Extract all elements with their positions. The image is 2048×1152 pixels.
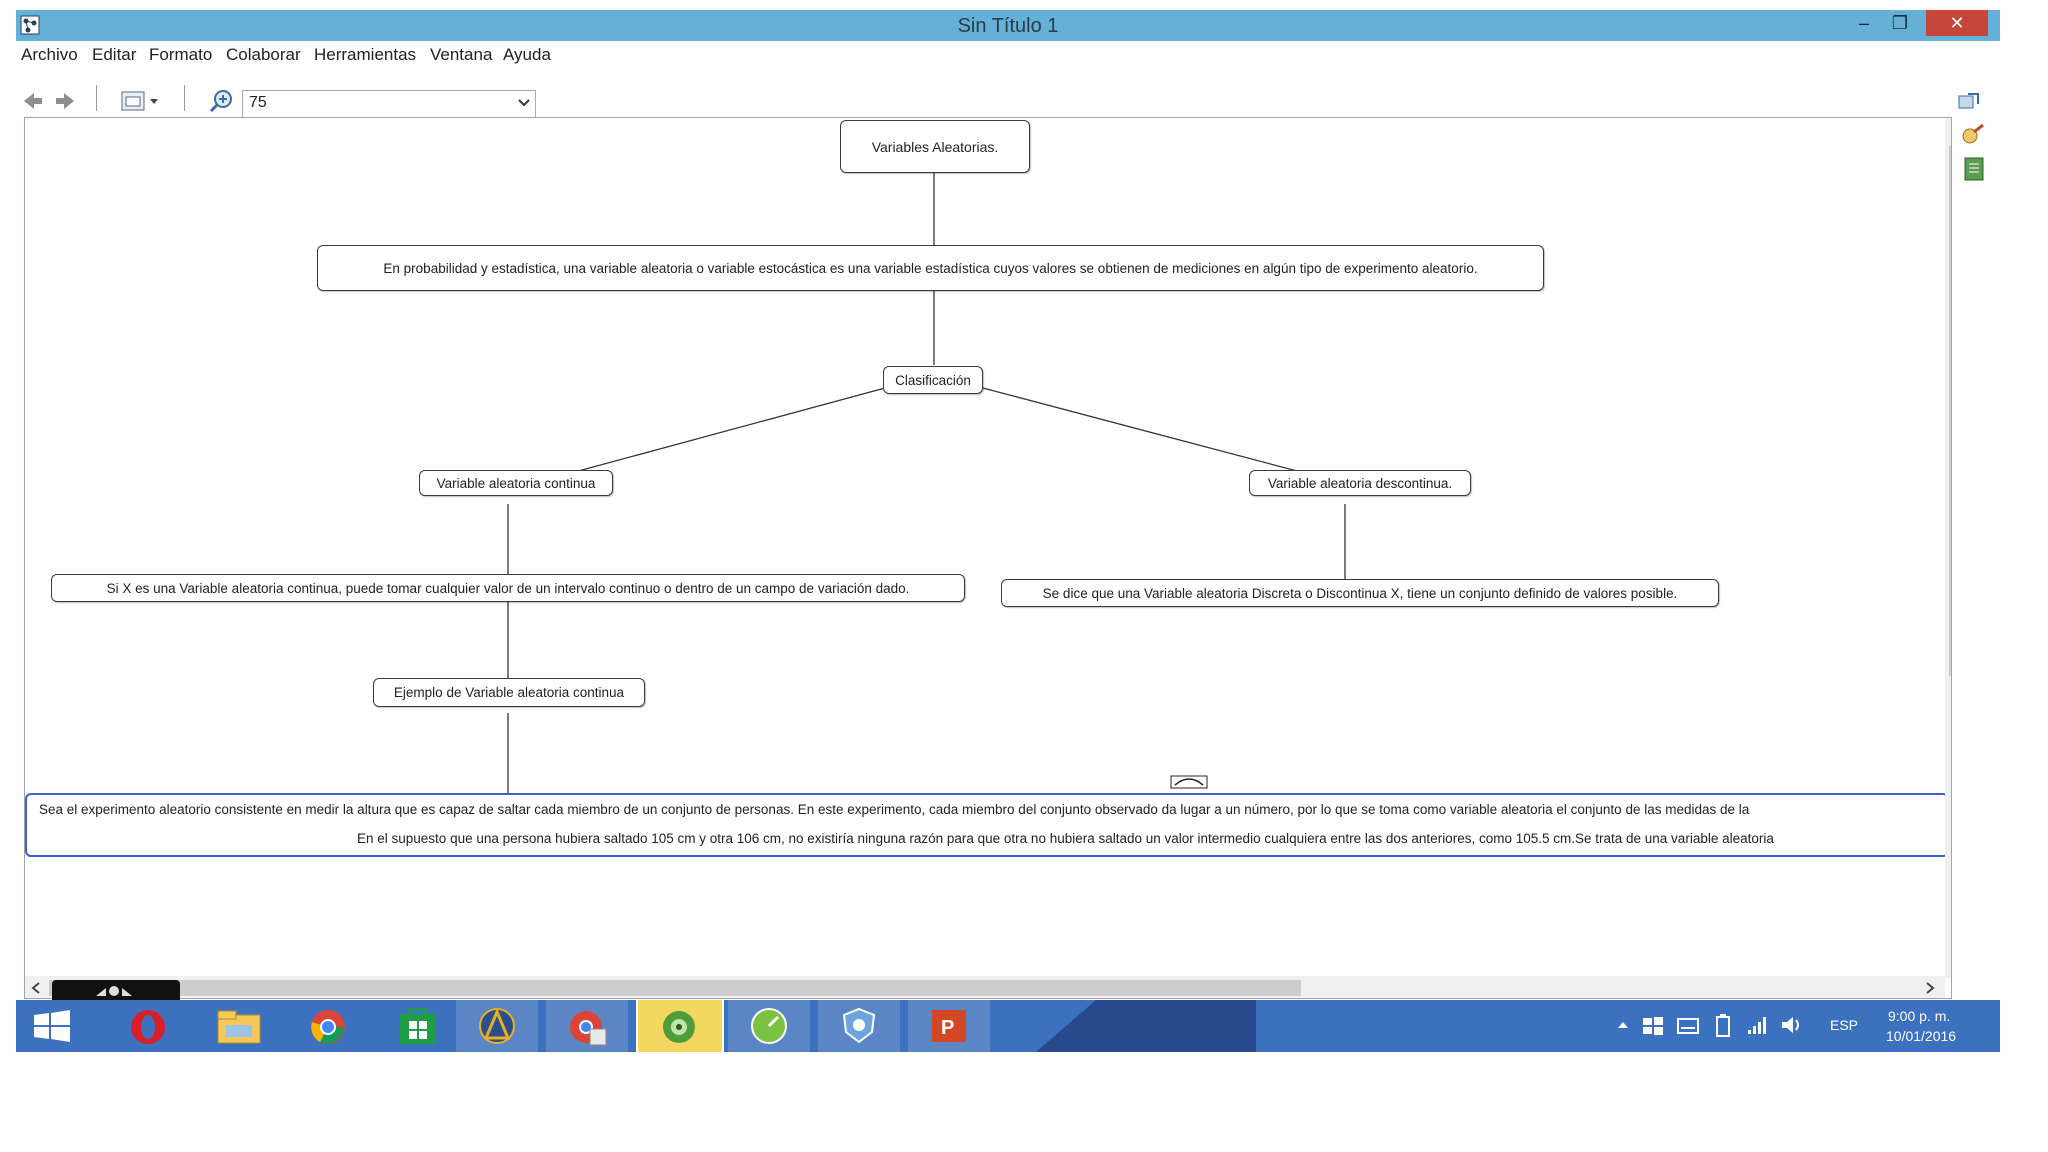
taskbar-powerpoint[interactable]: P — [908, 1000, 990, 1052]
styles-icon[interactable] — [1960, 122, 1986, 148]
root-concept-node[interactable]: Variables Aleatorias. — [840, 120, 1030, 173]
overlay-tab[interactable] — [52, 980, 180, 1002]
tray-date[interactable]: 10/01/2016 — [1886, 1028, 1956, 1044]
taskbar-store[interactable] — [378, 1000, 460, 1052]
vertical-scroll-thumb[interactable] — [1949, 146, 1951, 676]
taskbar-file-explorer[interactable] — [198, 1000, 280, 1052]
taskbar-cmaptools[interactable] — [636, 1000, 724, 1052]
cmaptools-icon — [663, 1011, 695, 1043]
toolbar-separator — [96, 85, 97, 111]
close-button[interactable]: ✕ — [1926, 10, 1988, 36]
continuous-definition-node[interactable]: Si X es una Variable aleatoria continua,… — [51, 574, 965, 602]
concept-map-canvas[interactable]: Variables Aleatorias. En probabilidad y … — [24, 117, 1952, 999]
scroll-right-icon[interactable] — [1923, 980, 1937, 996]
arrow-left-icon[interactable] — [22, 91, 44, 111]
overlay-tab-icon — [96, 986, 132, 996]
tray-windows-icon[interactable] — [1642, 1016, 1664, 1036]
menu-editar[interactable]: Editar — [92, 45, 136, 65]
scroll-left-icon[interactable] — [29, 980, 43, 996]
title-bar: Sin Título 1 – ❐ ✕ — [16, 10, 2000, 41]
chrome-apps-icon — [570, 1011, 607, 1046]
menu-formato[interactable]: Formato — [149, 45, 212, 65]
opera-icon — [131, 1010, 165, 1044]
discrete-definition-node[interactable]: Se dice que una Variable aleatoria Discr… — [1001, 579, 1719, 607]
app-window: Sin Título 1 – ❐ ✕ Archivo Editar Format… — [16, 10, 2000, 1050]
example-label-node[interactable]: Ejemplo de Variable aleatoria continua — [373, 678, 645, 707]
view-options-icon[interactable] — [120, 89, 162, 113]
vertical-scrollbar[interactable] — [1945, 118, 1952, 978]
window-title: Sin Título 1 — [957, 15, 1059, 37]
continuous-node[interactable]: Variable aleatoria continua — [419, 470, 613, 496]
example-text-line-1: Sea el experimento aleatorio consistente… — [39, 802, 1750, 817]
store-icon — [400, 1008, 436, 1044]
scroll-up-icon[interactable] — [1949, 122, 1952, 136]
menu-archivo[interactable]: Archivo — [21, 45, 78, 65]
tray-signal-icon[interactable] — [1746, 1014, 1770, 1036]
powerpoint-icon: P — [932, 1010, 966, 1042]
taskbar-wallpaper-shape — [1036, 1000, 1256, 1052]
toolbar-separator — [184, 85, 185, 111]
maximize-button[interactable]: ❐ — [1882, 10, 1918, 36]
chevron-down-icon[interactable] — [517, 95, 531, 109]
arcgis-icon — [479, 1008, 515, 1044]
taskbar-speed[interactable] — [728, 1000, 810, 1052]
security-icon — [842, 1007, 876, 1044]
taskbar-security[interactable] — [818, 1000, 900, 1052]
scroll-down-icon[interactable] — [1949, 958, 1952, 972]
windows-start-button[interactable] — [16, 1000, 98, 1052]
zoom-value: 75 — [249, 94, 267, 111]
discrete-node[interactable]: Variable aleatoria descontinua. — [1249, 470, 1471, 496]
tray-keyboard-icon[interactable] — [1676, 1016, 1700, 1036]
minimize-button[interactable]: – — [1846, 10, 1882, 36]
collaboration-icon[interactable] — [1956, 90, 1982, 112]
taskbar-chrome[interactable] — [288, 1000, 370, 1052]
menu-bar: Archivo Editar Formato Colaborar Herrami… — [16, 41, 2000, 69]
file-explorer-icon — [217, 1010, 261, 1044]
menu-ventana[interactable]: Ventana — [430, 45, 492, 65]
resize-handle-icon[interactable] — [1170, 775, 1208, 789]
tray-chevron-up-icon[interactable] — [1616, 1020, 1630, 1030]
toolbar: 75 — [16, 77, 2000, 118]
tray-language[interactable]: ESP — [1830, 1017, 1858, 1033]
svg-text:P: P — [941, 1017, 954, 1039]
example-description-node[interactable]: Sea el experimento aleatorio consistente… — [25, 793, 1949, 857]
taskbar-opera[interactable] — [108, 1000, 190, 1052]
tray-battery-icon[interactable] — [1712, 1014, 1734, 1038]
example-text-line-2: En el supuesto que una persona hubiera s… — [357, 831, 1774, 846]
chrome-icon — [311, 1010, 345, 1044]
menu-ayuda[interactable]: Ayuda — [503, 45, 551, 65]
zoom-icon[interactable] — [208, 88, 236, 114]
speed-icon — [751, 1008, 787, 1044]
arrow-right-icon[interactable] — [54, 91, 76, 111]
zoom-select[interactable]: 75 — [242, 90, 536, 118]
definition-node[interactable]: En probabilidad y estadística, una varia… — [317, 245, 1544, 291]
tray-volume-icon[interactable] — [1780, 1014, 1804, 1036]
menu-herramientas[interactable]: Herramientas — [314, 45, 416, 65]
notes-icon[interactable] — [1962, 156, 1986, 182]
windows-start-icon — [34, 1010, 70, 1042]
horizontal-scrollbar[interactable] — [25, 976, 1945, 998]
menu-colaborar[interactable]: Colaborar — [226, 45, 301, 65]
taskbar-chrome-apps[interactable] — [546, 1000, 628, 1052]
taskbar-arcgis[interactable] — [456, 1000, 538, 1052]
tray-time[interactable]: 9:00 p. m. — [1888, 1008, 1950, 1024]
horizontal-scroll-thumb[interactable] — [49, 980, 1301, 996]
taskbar: P ESP 9:00 p. m. 10/01/2016 — [16, 1000, 2000, 1052]
classification-node[interactable]: Clasificación — [883, 366, 983, 394]
